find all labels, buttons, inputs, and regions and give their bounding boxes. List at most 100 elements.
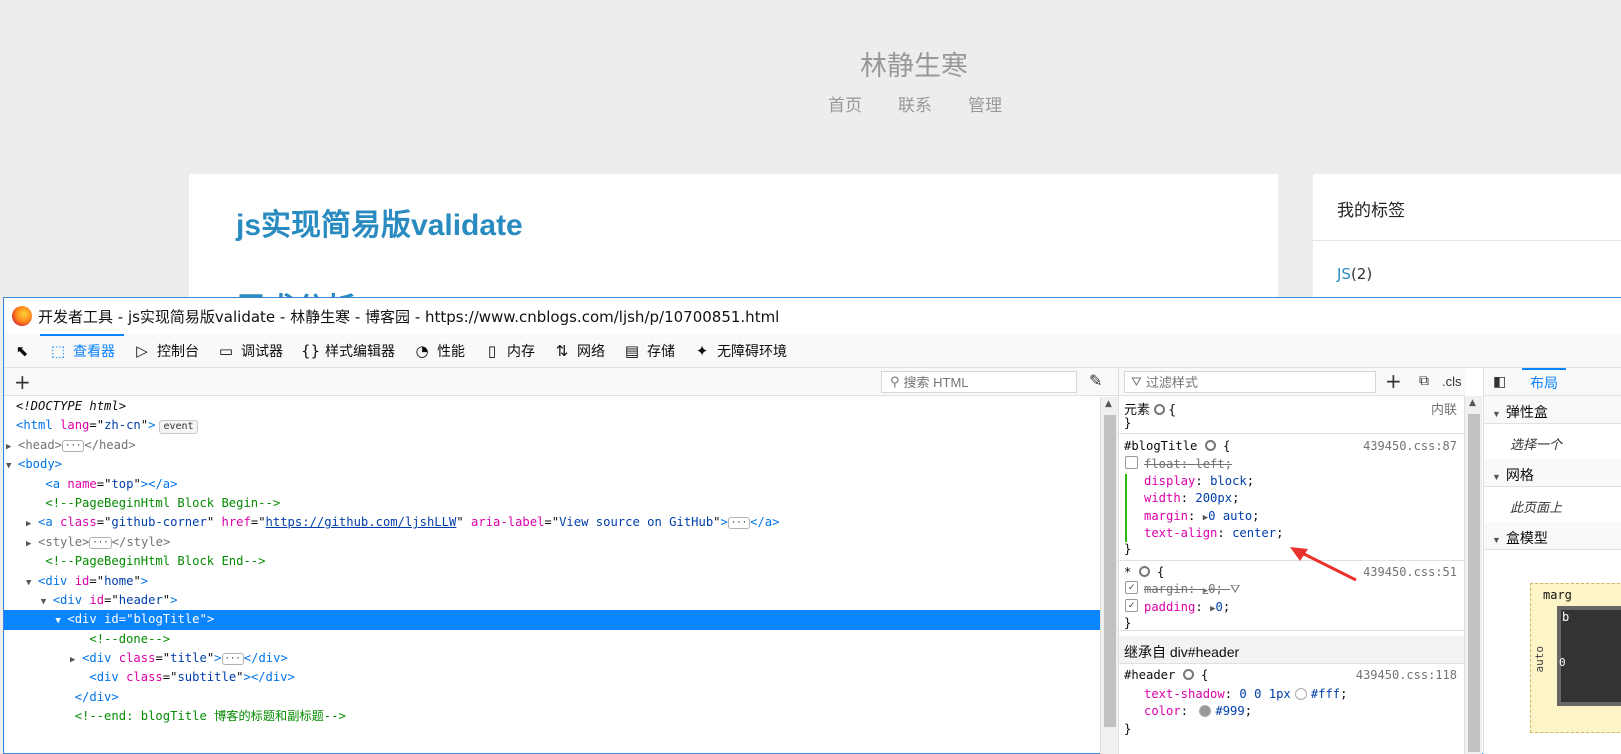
event-badge[interactable]: event xyxy=(159,420,198,435)
filter-styles-input[interactable] xyxy=(1145,374,1366,390)
overridden-declaration[interactable]: float: left; xyxy=(1144,457,1232,471)
markup-row[interactable]: <html lang="zh-cn"> event xyxy=(4,416,1100,435)
markup-row[interactable]: <div class="subtitle"></div> xyxy=(4,668,1100,687)
rule-source-link[interactable]: 439450.css:87 xyxy=(1363,439,1457,453)
markup-row-selected[interactable]: ▼ <div id="blogTitle"> xyxy=(4,610,1100,630)
annotation-arrow xyxy=(1290,547,1357,582)
markup-row[interactable]: ▼ <div id="home"> xyxy=(4,572,1100,591)
devtools-titlebar[interactable]: 开发者工具 - js实现简易版validate - 林静生寒 - 博客园 - h… xyxy=(4,298,1621,334)
collapsed-ellipsis-icon[interactable]: ··· xyxy=(62,439,85,452)
comment-node: <!--PageBeginHtml Block Begin--> xyxy=(45,495,281,510)
markup-row[interactable]: ▼ <div id="header"> xyxy=(4,591,1100,610)
flexbox-section-header[interactable]: ▼ 弹性盒 xyxy=(1484,396,1621,424)
collapsed-ellipsis-icon[interactable]: ··· xyxy=(727,517,751,530)
attr-value: github-corner xyxy=(111,515,207,530)
tab-network[interactable]: ⇅ 网络 xyxy=(544,334,614,367)
markup-view: <!DOCTYPE html> <html lang="zh-cn"> event… xyxy=(4,397,1100,754)
markup-row[interactable]: ▶ <a class="github-corner" href="https://… xyxy=(4,513,1100,532)
filter-icon[interactable]: ⛛ xyxy=(1230,582,1240,597)
tab-console[interactable]: ▷ 控制台 xyxy=(124,334,208,367)
scroll-thumb[interactable] xyxy=(1104,415,1116,727)
search-html-box[interactable]: ⚲ xyxy=(881,371,1077,393)
property-checkbox-checked[interactable]: ✓ xyxy=(1125,581,1138,594)
nav-admin-link[interactable]: 管理 xyxy=(968,91,1002,116)
box-margin-value[interactable]: auto xyxy=(1533,646,1546,673)
markup-scrollbar[interactable]: ▲ xyxy=(1100,397,1118,754)
tab-performance[interactable]: ◔ 性能 xyxy=(404,334,474,367)
nav-home-link[interactable]: 首页 xyxy=(828,91,862,116)
collapsed-ellipsis-icon[interactable]: ··· xyxy=(221,653,244,666)
gear-icon[interactable] xyxy=(1204,440,1216,451)
property-checkbox-checked[interactable]: ✓ xyxy=(1125,599,1138,612)
markup-row[interactable]: <!--end: blogTitle 博客的标题和副标题--> xyxy=(4,707,1100,726)
markup-row[interactable]: <a name="top"></a> xyxy=(4,475,1100,494)
post-section-heading: 需求分析 xyxy=(236,284,356,298)
rules-scrollbar[interactable]: ▲ xyxy=(1464,396,1482,754)
markup-row[interactable]: </div> xyxy=(4,688,1100,707)
post-title[interactable]: js实现简易版validate xyxy=(236,200,523,244)
grid-section-header[interactable]: ▼ 网格 xyxy=(1484,459,1621,487)
performance-icon: ◔ xyxy=(415,341,429,360)
rule-selector[interactable]: * xyxy=(1124,565,1131,579)
filter-styles-box[interactable]: ⛛ xyxy=(1124,371,1376,393)
sidebar-tag-link[interactable]: JS xyxy=(1337,265,1351,283)
tab-accessibility[interactable]: ✦ 无障碍环境 xyxy=(684,334,796,367)
rule-selector[interactable]: #header xyxy=(1124,668,1175,682)
tab-debugger[interactable]: ▭ 调试器 xyxy=(208,334,292,367)
gear-icon[interactable] xyxy=(1153,404,1165,415)
collapsed-ellipsis-icon[interactable]: ··· xyxy=(89,536,112,549)
rule-source-link[interactable]: 439450.css:118 xyxy=(1356,668,1457,682)
color-swatch-icon[interactable] xyxy=(1199,705,1212,717)
doctype-node: <!DOCTYPE html> xyxy=(16,399,127,413)
markup-row[interactable]: ▶ <div class="title"> ··· </div> xyxy=(4,649,1100,668)
cls-toggle-button[interactable]: .cls xyxy=(1442,374,1462,389)
tab-memory[interactable]: ▯ 内存 xyxy=(474,334,544,367)
rule-source-link[interactable]: 439450.css:51 xyxy=(1363,565,1457,579)
toggle-sidebar-icon[interactable]: ◧ xyxy=(1493,373,1506,390)
pick-element-button[interactable]: ⬉ xyxy=(4,334,40,367)
firefox-logo-icon xyxy=(12,306,32,326)
site-title[interactable]: 林静生寒 xyxy=(0,44,1621,83)
toggle-pseudo-classes-icon[interactable]: ⧉ xyxy=(1419,373,1429,389)
declaration[interactable]: color: #999; xyxy=(1144,704,1252,718)
tab-style-editor[interactable]: {} 样式编辑器 xyxy=(292,334,404,367)
pick-element-icon: ⬉ xyxy=(15,341,29,360)
add-node-button[interactable]: + xyxy=(14,370,31,394)
declaration[interactable]: width: 200px; xyxy=(1144,491,1239,505)
markup-row[interactable]: <!--PageBeginHtml Block End--> xyxy=(4,552,1100,571)
gear-icon[interactable] xyxy=(1182,669,1194,680)
color-swatch-icon[interactable] xyxy=(1294,688,1307,700)
scroll-thumb[interactable] xyxy=(1468,414,1480,752)
declaration[interactable]: text-shadow: 0 0 1px #fff; xyxy=(1144,687,1347,701)
declaration[interactable]: margin: ▶0 auto; xyxy=(1144,509,1260,523)
search-html-input[interactable] xyxy=(903,374,1064,390)
nav-contact-link[interactable]: 联系 xyxy=(898,91,932,116)
markup-row[interactable]: ▼ <body> xyxy=(4,455,1100,474)
boxmodel-section-header[interactable]: ▼ 盒模型 xyxy=(1484,522,1621,550)
markup-row[interactable]: <!--PageBeginHtml Block Begin--> xyxy=(4,494,1100,513)
rule-selector[interactable]: #blogTitle xyxy=(1124,439,1197,453)
attr-link[interactable]: https://github.com/ljshLLW xyxy=(266,515,457,529)
add-rule-button[interactable]: + xyxy=(1385,369,1402,393)
markup-row[interactable]: ▶ <style> ··· </style> xyxy=(4,533,1100,552)
box-model-diagram: marg auto b 0 xyxy=(1530,583,1621,733)
tab-inspector[interactable]: ⬚ 查看器 xyxy=(40,334,124,367)
declaration[interactable]: padding: ▶0; xyxy=(1144,600,1230,614)
markup-row[interactable]: ▶ <head> ··· </head> xyxy=(4,436,1100,455)
declaration[interactable]: text-align: center; xyxy=(1144,526,1283,540)
declaration[interactable]: display: block; xyxy=(1144,474,1254,488)
scroll-up-icon[interactable]: ▲ xyxy=(1469,398,1476,408)
overridden-declaration[interactable]: margin: ▶0; ⛛ xyxy=(1144,582,1240,597)
box-margin-label: marg xyxy=(1543,588,1572,602)
box-border-value[interactable]: 0 xyxy=(1559,656,1566,669)
gear-icon[interactable] xyxy=(1138,566,1150,577)
tab-layout[interactable]: 布局 xyxy=(1522,368,1566,396)
property-checkbox[interactable] xyxy=(1125,456,1138,469)
scroll-up-icon[interactable]: ▲ xyxy=(1105,399,1112,409)
markup-row[interactable]: <!DOCTYPE html> xyxy=(4,397,1100,416)
markup-row[interactable]: <!--done--> xyxy=(4,630,1100,649)
tab-label: 网络 xyxy=(577,343,605,360)
eyedropper-icon[interactable]: ✎ xyxy=(1089,371,1102,390)
tab-storage[interactable]: ▤ 存储 xyxy=(614,334,684,367)
markup-toolbar: + ⚲ ✎ xyxy=(4,368,1118,396)
